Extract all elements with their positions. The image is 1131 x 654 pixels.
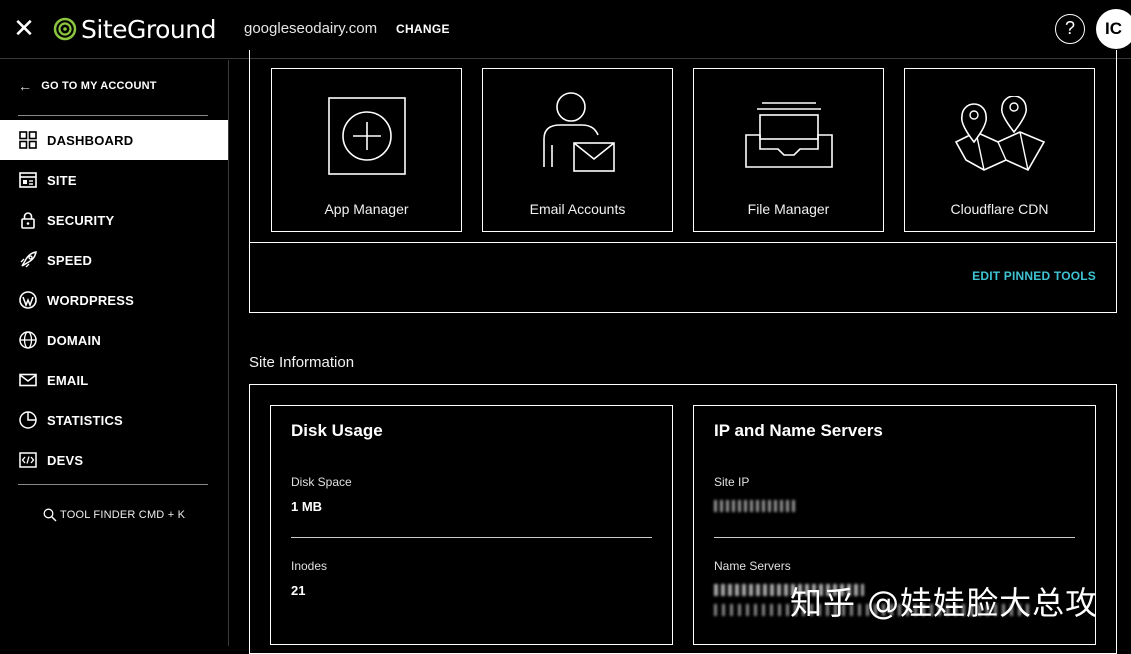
sidebar-divider <box>18 115 208 116</box>
sidebar-item-dashboard[interactable]: DASHBOARD <box>0 120 228 160</box>
go-to-account-label: GO TO MY ACCOUNT <box>41 80 157 92</box>
pinned-separator <box>250 242 1116 243</box>
sidebar-item-label: DOMAIN <box>47 332 101 348</box>
tool-card-app-manager[interactable]: App Manager <box>271 68 462 232</box>
site-icon <box>19 172 37 188</box>
sidebar-divider <box>18 484 208 485</box>
name-servers-label: Name Servers <box>714 559 791 573</box>
siteground-logo[interactable]: SiteGround <box>53 12 216 46</box>
sidebar-item-label: EMAIL <box>47 372 89 388</box>
plus-box-icon <box>327 97 406 175</box>
sidebar-item-domain[interactable]: DOMAIN <box>0 320 228 360</box>
tool-finder-button[interactable]: TOOL FINDER CMD + K <box>43 508 185 522</box>
tool-card-file-manager[interactable]: File Manager <box>693 68 884 232</box>
card-divider <box>714 537 1075 538</box>
main-content: App Manager Email Accounts File Manager <box>229 50 1131 654</box>
go-to-account-link[interactable]: ← GO TO MY ACCOUNT <box>18 78 157 94</box>
tool-card-cloudflare-cdn[interactable]: Cloudflare CDN <box>904 68 1095 232</box>
tool-card-label: Cloudflare CDN <box>950 201 1049 217</box>
logo-swirl-icon <box>53 17 77 41</box>
sidebar-item-statistics[interactable]: STATISTICS <box>0 400 228 440</box>
tray-icon <box>744 102 833 168</box>
logo-text: SiteGround <box>81 14 216 44</box>
site-information-title: Site Information <box>249 354 355 371</box>
disk-space-label: Disk Space <box>291 475 352 489</box>
rocket-icon <box>20 251 37 268</box>
watermark: 知乎 @娃娃脸大总攻 <box>790 584 1099 622</box>
sidebar-item-label: STATISTICS <box>47 412 123 428</box>
pie-chart-icon <box>19 411 37 429</box>
help-icon[interactable]: ? <box>1055 14 1085 44</box>
search-icon <box>43 508 57 522</box>
sidebar-item-label: SECURITY <box>47 212 115 228</box>
avatar[interactable]: IC <box>1096 9 1131 49</box>
site-ip-redacted <box>714 500 798 512</box>
tool-card-label: Email Accounts <box>529 201 626 217</box>
sidebar-item-email[interactable]: EMAIL <box>0 360 228 400</box>
current-domain: googleseodairy.com <box>244 20 378 37</box>
pinned-tools-panel: App Manager Email Accounts File Manager <box>249 50 1117 313</box>
wordpress-icon <box>19 291 37 309</box>
site-ip-label: Site IP <box>714 475 750 489</box>
globe-icon <box>19 331 37 349</box>
tool-card-email-accounts[interactable]: Email Accounts <box>482 68 673 232</box>
tool-card-label: File Manager <box>747 201 830 217</box>
ip-name-servers-title: IP and Name Servers <box>714 421 883 440</box>
lock-icon <box>21 212 35 229</box>
sidebar-item-label: WORDPRESS <box>47 292 135 308</box>
grid-icon <box>19 131 37 149</box>
sidebar: ← GO TO MY ACCOUNT DASHBOARD SITE SECURI… <box>0 60 229 646</box>
code-icon <box>19 452 37 468</box>
sidebar-nav: DASHBOARD SITE SECURITY SPEED WORDPRESS … <box>0 120 228 480</box>
inodes-value: 21 <box>291 583 306 598</box>
sidebar-item-label: SITE <box>47 172 77 188</box>
disk-space-value: 1 MB <box>291 499 323 514</box>
tool-finder-label: TOOL FINDER CMD + K <box>60 509 186 521</box>
edit-pinned-tools-button[interactable]: EDIT PINNED TOOLS <box>972 269 1096 283</box>
sidebar-item-label: SPEED <box>47 252 93 268</box>
disk-usage-card: Disk Usage Disk Space 1 MB Inodes 21 <box>270 405 673 645</box>
sidebar-item-label: DEVS <box>47 452 84 468</box>
sidebar-item-wordpress[interactable]: WORDPRESS <box>0 280 228 320</box>
sidebar-item-site[interactable]: SITE <box>0 160 228 200</box>
sidebar-item-devs[interactable]: DEVS <box>0 440 228 480</box>
sidebar-item-security[interactable]: SECURITY <box>0 200 228 240</box>
disk-usage-title: Disk Usage <box>291 421 383 440</box>
sidebar-item-label: DASHBOARD <box>47 132 134 148</box>
inodes-label: Inodes <box>291 559 328 573</box>
user-mail-icon <box>542 92 615 172</box>
arrow-left-icon: ← <box>18 78 33 94</box>
card-divider <box>291 537 652 538</box>
sidebar-item-speed[interactable]: SPEED <box>0 240 228 280</box>
close-icon[interactable]: ✕ <box>12 15 36 41</box>
change-domain-button[interactable]: CHANGE <box>396 22 450 36</box>
envelope-icon <box>19 373 37 387</box>
map-pins-icon <box>954 96 1045 172</box>
tool-card-label: App Manager <box>324 201 409 217</box>
